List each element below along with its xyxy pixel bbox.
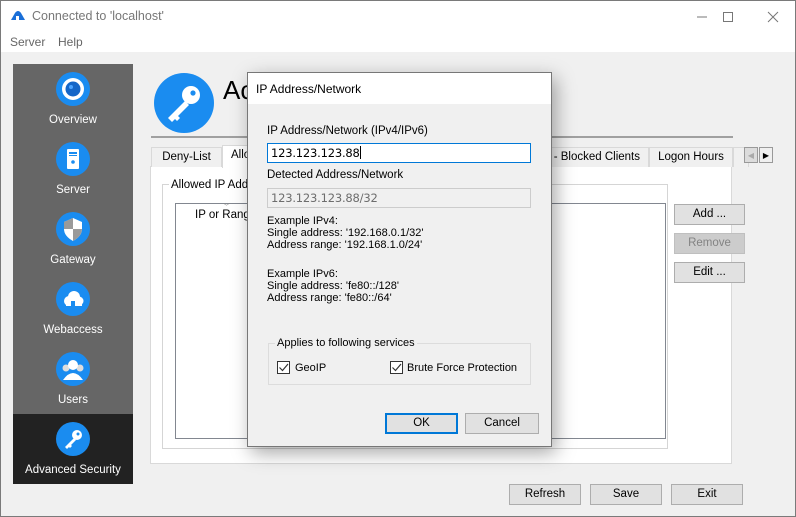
sidebar-item-gateway[interactable]: Gateway [13, 204, 133, 274]
text-caret [359, 146, 361, 159]
overview-icon [56, 72, 90, 106]
tab-scroll-right[interactable]: ▶ [759, 147, 773, 163]
example-ipv6: Example IPv6: Single address: 'fe80::/12… [267, 268, 399, 304]
ip-address-label: IP Address/Network (IPv4/IPv6) [267, 125, 428, 137]
example-ipv4-range: Address range: '192.168.1.0/24' [267, 239, 423, 251]
menu-help[interactable]: Help [58, 35, 83, 49]
tab-blocked-clients[interactable]: P - Blocked Clients [537, 147, 649, 167]
sidebar-label: Webaccess [43, 324, 103, 336]
close-button[interactable] [750, 1, 796, 32]
checkmark-icon [279, 363, 289, 372]
cloud-app-icon [11, 11, 25, 20]
sidebar-item-overview[interactable]: Overview [13, 64, 133, 134]
users-icon [56, 352, 90, 386]
tab-logon-hours[interactable]: Logon Hours [649, 147, 733, 167]
brute-force-checkbox[interactable] [390, 361, 403, 374]
groupbox-title: Allowed IP Add [169, 179, 251, 191]
maximize-icon [723, 11, 733, 22]
sidebar-label: Gateway [50, 254, 96, 266]
dialog-title-bar: IP Address/Network [248, 73, 551, 104]
ok-button[interactable]: OK [385, 413, 458, 434]
detected-address-field: 123.123.123.88/32 [267, 188, 531, 208]
arrow-left-icon: ◀ [747, 150, 755, 160]
example-ipv6-heading: Example IPv6: [267, 268, 338, 280]
remove-button[interactable]: Remove [674, 233, 745, 254]
services-title: Applies to following services [275, 337, 417, 349]
save-button[interactable]: Save [590, 484, 662, 505]
menu-server[interactable]: Server [10, 35, 45, 49]
ip-address-dialog: IP Address/Network IP Address/Network (I… [247, 72, 552, 447]
sidebar-item-advanced-security[interactable]: Advanced Security [13, 414, 133, 484]
gateway-shield-icon [56, 212, 90, 246]
tab-scroll-left[interactable]: ◀ [744, 147, 758, 163]
menu-bar: Server Help [1, 32, 795, 52]
ip-address-value: 123.123.123.88 [271, 146, 360, 160]
key-icon [56, 422, 90, 456]
key-icon [154, 73, 214, 133]
refresh-button[interactable]: Refresh [509, 484, 581, 505]
exit-button[interactable]: Exit [671, 484, 743, 505]
server-icon [56, 142, 90, 176]
sidebar-label: Server [56, 184, 90, 196]
sidebar-item-server[interactable]: Server [13, 134, 133, 204]
sidebar-label: Overview [49, 114, 97, 126]
sidebar: Overview Server Gateway Webaccess Users [13, 64, 133, 484]
geoip-label[interactable]: GeoIP [295, 362, 326, 374]
close-icon [767, 11, 779, 22]
brute-force-label[interactable]: Brute Force Protection [407, 362, 517, 374]
column-header-ip[interactable]: IP or Rang [195, 209, 250, 221]
checkmark-icon [392, 363, 402, 372]
tab-deny-list[interactable]: Deny-List [151, 147, 222, 167]
add-button[interactable]: Add ... [674, 204, 745, 225]
title-bar: Connected to 'localhost' [1, 1, 795, 32]
window-title: Connected to 'localhost' [32, 9, 164, 23]
arrow-right-icon: ▶ [762, 150, 770, 160]
sidebar-label: Users [57, 394, 89, 406]
ip-address-input[interactable]: 123.123.123.88 [267, 143, 531, 163]
example-ipv4-single: Single address: '192.168.0.1/32' [267, 227, 424, 239]
maximize-button[interactable] [705, 1, 751, 32]
sidebar-item-users[interactable]: Users [13, 344, 133, 414]
cancel-button[interactable]: Cancel [465, 413, 539, 434]
example-ipv4: Example IPv4: Single address: '192.168.0… [267, 215, 423, 251]
sidebar-label: Advanced Security [25, 464, 121, 476]
sidebar-item-webaccess[interactable]: Webaccess [13, 274, 133, 344]
example-ipv6-single: Single address: 'fe80::/128' [267, 280, 400, 292]
main-window: Connected to 'localhost' Server Help Ove… [0, 0, 796, 517]
cloud-icon [56, 282, 90, 316]
edit-button[interactable]: Edit ... [674, 262, 745, 283]
dialog-title: IP Address/Network [256, 82, 362, 96]
detected-address-label: Detected Address/Network [267, 169, 404, 181]
example-ipv6-range: Address range: 'fe80::/64' [267, 292, 392, 304]
example-ipv4-heading: Example IPv4: [267, 215, 338, 227]
geoip-checkbox[interactable] [277, 361, 290, 374]
